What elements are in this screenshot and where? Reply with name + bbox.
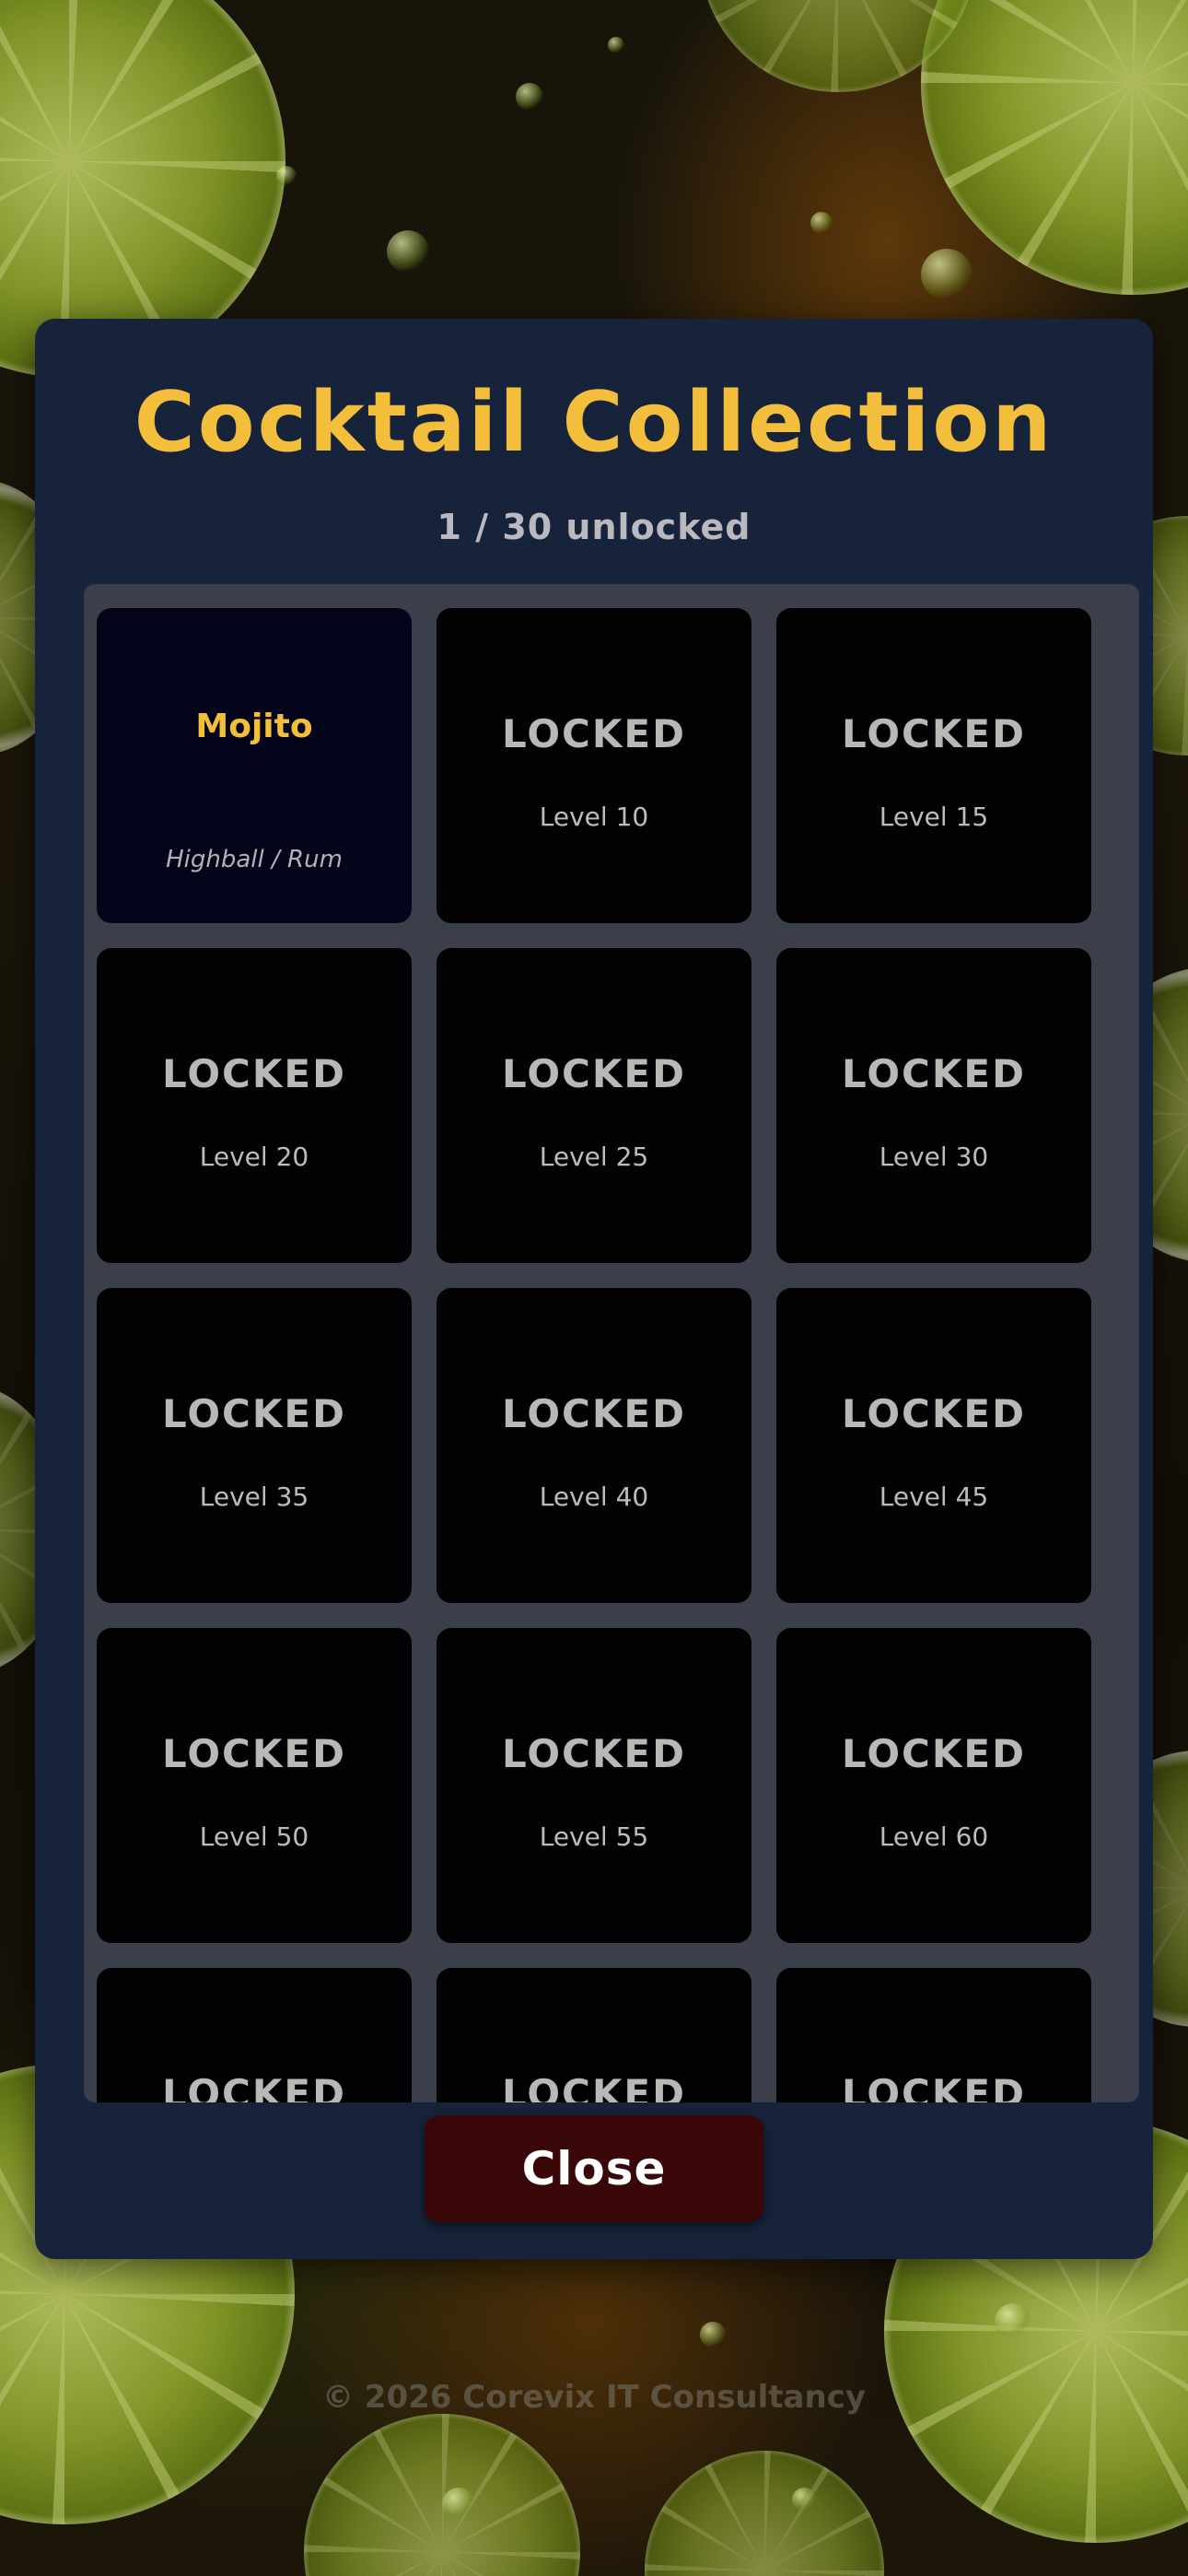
locked-card[interactable]: LOCKED Level 10 [437,608,751,923]
cocktail-name: Mojito [195,708,313,745]
collection-modal: Cocktail Collection 1 / 30 unlocked Moji… [35,319,1153,2259]
locked-card[interactable]: LOCKED Level 55 [437,1628,751,1943]
locked-label: LOCKED [502,1731,686,1776]
locked-label: LOCKED [502,711,686,756]
locked-label: LOCKED [502,2071,686,2102]
cocktail-card-mojito[interactable]: Mojito Highball / Rum [97,608,412,923]
locked-card[interactable]: LOCKED Level 40 [437,1288,751,1603]
unlock-level: Level 45 [879,1481,989,1512]
cocktail-grid: Mojito Highball / Rum LOCKED Level 10 LO… [97,608,1091,2102]
unlock-level: Level 25 [539,1142,649,1172]
unlock-level: Level 10 [539,802,649,832]
unlock-level: Level 30 [879,1142,989,1172]
unlock-level: Level 55 [539,1821,649,1852]
unlock-level: Level 50 [199,1821,309,1852]
unlock-level: Level 40 [539,1481,649,1512]
locked-label: LOCKED [842,1051,1026,1096]
locked-label: LOCKED [842,1731,1026,1776]
cocktail-glass-spirit: Highball / Rum [166,846,343,873]
locked-card[interactable]: LOCKED [437,1968,751,2102]
locked-label: LOCKED [502,1051,686,1096]
locked-label: LOCKED [502,1391,686,1436]
close-button[interactable]: Close [425,2115,763,2222]
locked-label: LOCKED [162,2071,346,2102]
locked-label: LOCKED [842,1391,1026,1436]
locked-card[interactable]: LOCKED [776,1968,1091,2102]
locked-card[interactable]: LOCKED Level 15 [776,608,1091,923]
locked-label: LOCKED [162,1731,346,1776]
locked-card[interactable]: LOCKED [97,1968,412,2102]
locked-label: LOCKED [162,1391,346,1436]
locked-card[interactable]: LOCKED Level 35 [97,1288,412,1603]
unlock-level: Level 15 [879,802,989,832]
locked-card[interactable]: LOCKED Level 45 [776,1288,1091,1603]
locked-label: LOCKED [162,1051,346,1096]
unlock-level: Level 35 [199,1481,309,1512]
locked-card[interactable]: LOCKED Level 25 [437,948,751,1263]
unlock-counter: 1 / 30 unlocked [437,507,751,547]
modal-title: Cocktail Collection [134,374,1054,471]
locked-card[interactable]: LOCKED Level 30 [776,948,1091,1263]
unlock-level: Level 60 [879,1821,989,1852]
locked-label: LOCKED [842,2071,1026,2102]
cocktail-grid-scroll[interactable]: Mojito Highball / Rum LOCKED Level 10 LO… [84,584,1139,2102]
copyright-footer: © 2026 Corevix IT Consultancy [321,2379,867,2416]
locked-card[interactable]: LOCKED Level 20 [97,948,412,1263]
unlock-level: Level 20 [199,1142,309,1172]
locked-label: LOCKED [842,711,1026,756]
locked-card[interactable]: LOCKED Level 60 [776,1628,1091,1943]
locked-card[interactable]: LOCKED Level 50 [97,1628,412,1943]
